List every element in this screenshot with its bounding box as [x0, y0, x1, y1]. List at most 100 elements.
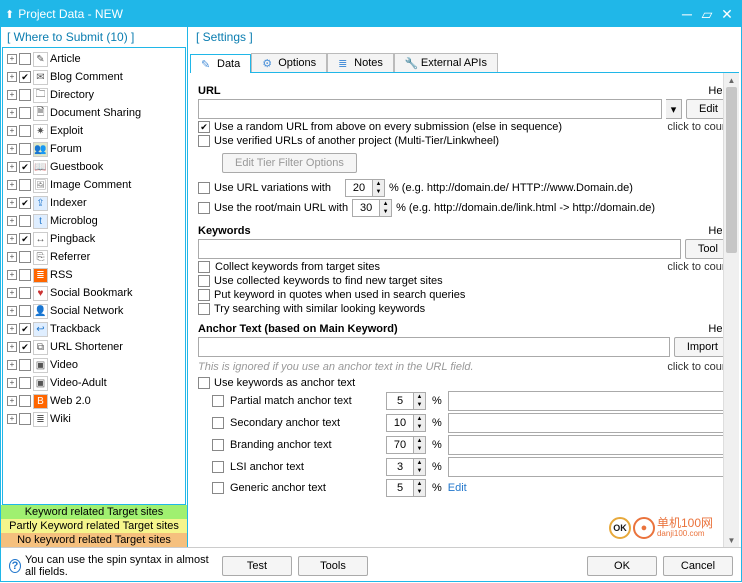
url-input[interactable]: [198, 99, 662, 119]
expander-icon[interactable]: +: [7, 234, 17, 244]
tree-checkbox[interactable]: ✔: [19, 341, 31, 353]
expander-icon[interactable]: +: [7, 378, 17, 388]
expander-icon[interactable]: +: [7, 162, 17, 172]
close-button[interactable]: ✕: [717, 4, 737, 24]
expander-icon[interactable]: +: [7, 288, 17, 298]
anchor-percent-spinner[interactable]: 5▲▼: [386, 479, 426, 497]
anchor-click-to-count[interactable]: click to count: [667, 361, 731, 373]
url-variations-spinner[interactable]: 20▲▼: [345, 179, 385, 197]
anchor-percent-spinner[interactable]: 3▲▼: [386, 458, 426, 476]
tree-checkbox[interactable]: [19, 215, 31, 227]
expander-icon[interactable]: +: [7, 270, 17, 280]
expander-icon[interactable]: +: [7, 306, 17, 316]
tree-item-image-comment[interactable]: + 🖼 Image Comment: [5, 176, 183, 194]
tree-checkbox[interactable]: ✔: [19, 323, 31, 335]
tree-item-video[interactable]: + ▣ Video: [5, 356, 183, 374]
tree-item-document-sharing[interactable]: + 🗎 Document Sharing: [5, 104, 183, 122]
anchor-percent-spinner[interactable]: 10▲▼: [386, 414, 426, 432]
anchor-row-checkbox[interactable]: [212, 417, 224, 429]
tree-checkbox[interactable]: [19, 395, 31, 407]
anchor-row-checkbox[interactable]: [212, 395, 224, 407]
tab-data[interactable]: ✎Data: [190, 54, 251, 73]
root-url-checkbox[interactable]: [198, 202, 210, 214]
test-button[interactable]: Test: [222, 556, 292, 576]
tree-item-article[interactable]: + ✎ Article: [5, 50, 183, 68]
tree-item-video-adult[interactable]: + ▣ Video-Adult: [5, 374, 183, 392]
verified-url-checkbox[interactable]: [198, 135, 210, 147]
tree-item-web-2-0[interactable]: + B Web 2.0: [5, 392, 183, 410]
expander-icon[interactable]: +: [7, 324, 17, 334]
anchor-value-input[interactable]: [448, 457, 731, 477]
tree-item-referrer[interactable]: + ⎘ Referrer: [5, 248, 183, 266]
tree-item-blog-comment[interactable]: + ✔ ✉ Blog Comment: [5, 68, 183, 86]
tab-options[interactable]: ⚙Options: [251, 53, 327, 72]
use-collected-checkbox[interactable]: [198, 275, 210, 287]
expander-icon[interactable]: +: [7, 216, 17, 226]
url-variations-checkbox[interactable]: [198, 182, 210, 194]
tree-item-social-bookmark[interactable]: + ♥ Social Bookmark: [5, 284, 183, 302]
scroll-down-icon[interactable]: ▼: [724, 533, 739, 547]
tree-checkbox[interactable]: [19, 413, 31, 425]
tree-checkbox[interactable]: [19, 359, 31, 371]
anchor-value-input[interactable]: [448, 435, 731, 455]
scroll-thumb[interactable]: [726, 87, 737, 253]
collect-kw-checkbox[interactable]: [198, 261, 210, 273]
anchor-value-input[interactable]: [448, 413, 731, 433]
tree-checkbox[interactable]: [19, 107, 31, 119]
tree-checkbox[interactable]: [19, 89, 31, 101]
tier-filter-button[interactable]: Edit Tier Filter Options: [222, 153, 357, 173]
url-dropdown[interactable]: ▾: [666, 99, 682, 119]
tree-item-guestbook[interactable]: + ✔ 📖 Guestbook: [5, 158, 183, 176]
minimize-button[interactable]: ─: [677, 4, 697, 24]
expander-icon[interactable]: +: [7, 342, 17, 352]
anchor-row-checkbox[interactable]: [212, 439, 224, 451]
anchor-row-checkbox[interactable]: [212, 461, 224, 473]
tree-item-social-network[interactable]: + 👤 Social Network: [5, 302, 183, 320]
use-kw-anchor-checkbox[interactable]: [198, 377, 210, 389]
tree-item-pingback[interactable]: + ✔ ↔ Pingback: [5, 230, 183, 248]
tree-checkbox[interactable]: ✔: [19, 161, 31, 173]
tree-checkbox[interactable]: [19, 377, 31, 389]
root-url-spinner[interactable]: 30▲▼: [352, 199, 392, 217]
tree-item-directory[interactable]: + 🗀 Directory: [5, 86, 183, 104]
tree-checkbox[interactable]: ✔: [19, 233, 31, 245]
expander-icon[interactable]: +: [7, 72, 17, 82]
anchor-percent-spinner[interactable]: 70▲▼: [386, 436, 426, 454]
submit-tree[interactable]: + ✎ Article+ ✔ ✉ Blog Comment+ 🗀 Directo…: [2, 47, 186, 505]
scroll-up-icon[interactable]: ▲: [724, 73, 739, 87]
expander-icon[interactable]: +: [7, 360, 17, 370]
maximize-button[interactable]: ▱: [697, 4, 717, 24]
tree-checkbox[interactable]: [19, 125, 31, 137]
tree-item-url-shortener[interactable]: + ✔ ⧉ URL Shortener: [5, 338, 183, 356]
tab-notes[interactable]: ≣Notes: [327, 53, 394, 72]
expander-icon[interactable]: +: [7, 198, 17, 208]
expander-icon[interactable]: +: [7, 414, 17, 424]
tree-item-microblog[interactable]: + t Microblog: [5, 212, 183, 230]
expander-icon[interactable]: +: [7, 144, 17, 154]
tree-item-indexer[interactable]: + ✔ ⇪ Indexer: [5, 194, 183, 212]
tree-item-wiki[interactable]: + ≣ Wiki: [5, 410, 183, 428]
tab-external-apis[interactable]: 🔧External APIs: [394, 53, 498, 72]
expander-icon[interactable]: +: [7, 54, 17, 64]
tree-checkbox[interactable]: [19, 251, 31, 263]
tree-checkbox[interactable]: ✔: [19, 197, 31, 209]
expander-icon[interactable]: +: [7, 126, 17, 136]
anchor-percent-spinner[interactable]: 5▲▼: [386, 392, 426, 410]
tree-item-rss[interactable]: + ≣ RSS: [5, 266, 183, 284]
tree-item-forum[interactable]: + 👥 Forum: [5, 140, 183, 158]
tree-item-trackback[interactable]: + ✔ ↩ Trackback: [5, 320, 183, 338]
tools-button[interactable]: Tools: [298, 556, 368, 576]
expander-icon[interactable]: +: [7, 252, 17, 262]
expander-icon[interactable]: +: [7, 90, 17, 100]
random-url-checkbox[interactable]: ✔: [198, 121, 210, 133]
expander-icon[interactable]: +: [7, 180, 17, 190]
tree-checkbox[interactable]: [19, 287, 31, 299]
anchor-edit-link[interactable]: Edit: [448, 482, 467, 494]
ok-button[interactable]: OK: [587, 556, 657, 576]
keywords-input[interactable]: [198, 239, 681, 259]
cancel-button[interactable]: Cancel: [663, 556, 733, 576]
anchor-row-checkbox[interactable]: [212, 482, 224, 494]
tree-checkbox[interactable]: [19, 305, 31, 317]
tree-checkbox[interactable]: [19, 269, 31, 281]
expander-icon[interactable]: +: [7, 396, 17, 406]
